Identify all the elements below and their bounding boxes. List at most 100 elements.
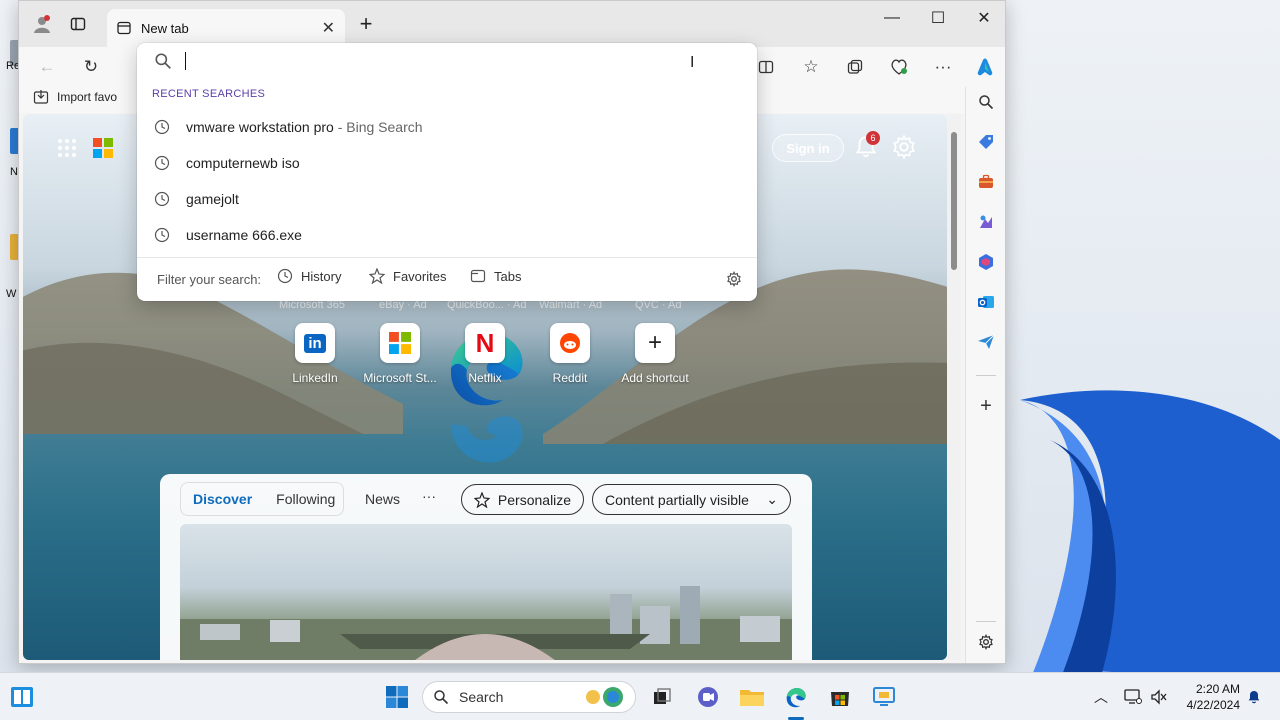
refresh-icon[interactable]: ↻	[77, 53, 105, 81]
collections-icon[interactable]	[841, 53, 869, 81]
minimize-button[interactable]: —	[869, 5, 915, 31]
content-visibility-dropdown[interactable]: Content partially visible ⌄	[592, 484, 791, 515]
shortcut-linkedin[interactable]: in LinkedIn	[270, 323, 360, 385]
search-icon[interactable]	[975, 91, 997, 113]
filter-tabs-button[interactable]: Tabs	[470, 268, 521, 284]
tools-briefcase-icon[interactable]	[975, 171, 997, 193]
feed-hero-image[interactable]	[180, 524, 792, 660]
maximize-button[interactable]: ☐	[915, 5, 961, 31]
desktop-label: N	[10, 166, 18, 178]
star-icon	[369, 268, 385, 284]
recent-searches-heading: RECENT SEARCHES	[152, 88, 266, 100]
history-clock-icon	[154, 119, 170, 135]
scrollbar-thumb[interactable]	[951, 132, 957, 270]
tab-following[interactable]: Following	[264, 491, 347, 507]
volume-muted-icon[interactable]	[1145, 683, 1173, 711]
copilot-icon[interactable]	[971, 53, 999, 81]
drop-send-icon[interactable]	[975, 331, 997, 353]
favorites-icon[interactable]: ☆	[797, 53, 825, 81]
recent-search-item[interactable]: vmware workstation pro - Bing Search	[137, 109, 757, 145]
tab-new-tab[interactable]: New tab ✕	[107, 9, 345, 47]
task-view-icon[interactable]	[648, 683, 676, 711]
filter-tabs-label: Tabs	[494, 268, 522, 284]
edge-taskbar-icon[interactable]	[782, 683, 810, 711]
clock-time: 2:20 AM	[1195, 682, 1240, 696]
shortcut-label: Reddit	[552, 371, 588, 385]
tab-discover[interactable]: Discover	[181, 491, 264, 507]
taskbar: Search ︿ 2:20 AM 4/22/2024	[0, 672, 1280, 720]
search-icon	[434, 690, 449, 705]
browser-essentials-icon[interactable]	[885, 53, 913, 81]
history-clock-icon	[154, 155, 170, 171]
history-clock-icon	[277, 268, 293, 284]
import-favorites-button[interactable]: Import favo	[33, 89, 117, 105]
feed-tab-group: Discover Following	[180, 482, 344, 516]
sign-in-button[interactable]: Sign in	[772, 134, 844, 162]
netflix-icon: N	[465, 323, 505, 363]
file-explorer-icon[interactable]	[738, 683, 766, 711]
close-window-button[interactable]: ✕	[961, 5, 1005, 31]
sidebar-divider	[976, 375, 996, 376]
outlook-icon[interactable]	[975, 291, 997, 313]
tabs-icon	[470, 269, 486, 283]
shortcut-label: LinkedIn	[292, 371, 338, 385]
clock-display[interactable]: 2:20 AM 4/22/2024	[1180, 681, 1240, 713]
microsoft-365-icon[interactable]	[975, 251, 997, 273]
tab-news[interactable]: News	[365, 491, 400, 507]
recent-search-item[interactable]: username 666.exe	[137, 217, 757, 253]
filter-history-button[interactable]: History	[277, 268, 341, 284]
shopping-tag-icon[interactable]	[975, 131, 997, 153]
network-status-icon[interactable]	[1119, 683, 1147, 711]
edge-logo-reflection	[451, 416, 523, 463]
recent-search-item[interactable]: gamejolt	[137, 181, 757, 217]
remote-desktop-icon[interactable]	[870, 683, 898, 711]
back-icon[interactable]: ←	[33, 53, 61, 81]
taskbar-search-box[interactable]: Search	[422, 681, 636, 713]
taskbar-search-label: Search	[459, 689, 504, 705]
games-icon[interactable]	[975, 211, 997, 233]
add-shortcut-button[interactable]: + Add shortcut	[610, 323, 700, 385]
filter-search-label: Filter your search:	[157, 272, 262, 287]
recent-search-suffix: - Bing Search	[333, 119, 423, 135]
settings-and-more-icon[interactable]: ···	[929, 53, 957, 81]
shortcut-reddit[interactable]: Reddit	[525, 323, 615, 385]
profile-icon[interactable]	[31, 13, 53, 35]
search-settings-gear-icon[interactable]	[726, 271, 742, 287]
mouse-ibeam-cursor: I	[690, 54, 695, 71]
content-visibility-label: Content partially visible	[605, 491, 749, 508]
page-scrollbar[interactable]	[947, 114, 961, 660]
microsoft-logo-icon[interactable]	[93, 138, 113, 158]
page-settings-gear-icon[interactable]	[891, 134, 917, 160]
show-hidden-icons-chevron-up-icon[interactable]: ︿	[1087, 683, 1115, 711]
desktop-label: W	[6, 288, 17, 300]
app-launcher-icon[interactable]	[57, 138, 77, 158]
personalize-label: Personalize	[497, 491, 572, 508]
search-icon	[155, 53, 171, 69]
widgets-icon[interactable]	[8, 683, 36, 711]
shortcut-netflix[interactable]: N Netflix	[440, 323, 530, 385]
filter-favorites-button[interactable]: Favorites	[369, 268, 446, 284]
sidebar-settings-gear-icon[interactable]	[975, 631, 997, 653]
recent-search-item[interactable]: computernewb iso	[137, 145, 757, 181]
teams-chat-icon[interactable]	[694, 683, 722, 711]
start-windows-icon[interactable]	[383, 683, 411, 711]
add-sidebar-app-icon[interactable]: +	[975, 395, 997, 417]
notification-bell-icon[interactable]	[1240, 683, 1268, 711]
feed-more-button[interactable]: ···	[422, 488, 436, 504]
close-tab-icon[interactable]: ✕	[322, 18, 335, 38]
address-bar-dropdown: I RECENT SEARCHES vmware workstation pro…	[137, 43, 757, 301]
import-icon	[33, 90, 49, 104]
personalize-button[interactable]: Personalize	[461, 484, 584, 515]
microsoft-store-taskbar-icon[interactable]	[826, 683, 854, 711]
title-bar: New tab ✕ + — ☐ ✕	[19, 1, 1005, 47]
recent-search-query: username 666.exe	[186, 227, 302, 243]
microsoft-store-icon	[380, 323, 420, 363]
news-feed-panel: Discover Following News ··· Personalize …	[160, 474, 812, 660]
shortcut-microsoft-store[interactable]: Microsoft St...	[355, 323, 445, 385]
address-bar-input[interactable]	[183, 49, 643, 73]
shortcut-label: Add shortcut	[621, 371, 689, 385]
tab-actions-icon[interactable]	[67, 13, 89, 35]
filter-history-label: History	[301, 268, 342, 284]
reddit-icon	[550, 323, 590, 363]
new-tab-button[interactable]: +	[355, 11, 377, 36]
